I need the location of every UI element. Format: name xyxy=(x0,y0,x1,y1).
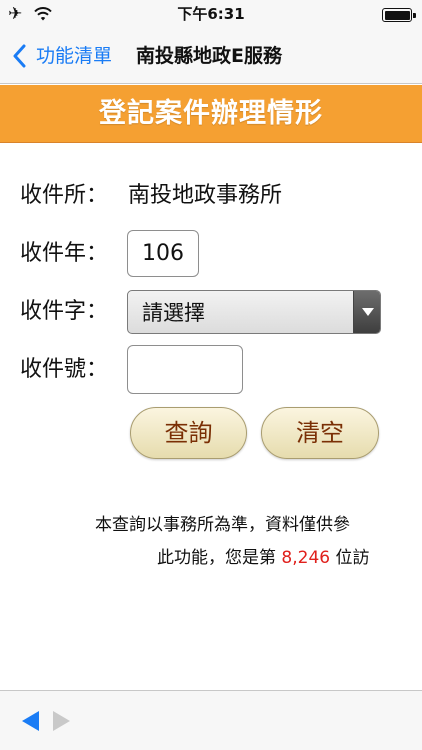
number-input[interactable] xyxy=(127,345,243,394)
visitor-count: 8,246 xyxy=(281,548,331,568)
banner-title: 登記案件辦理情形 xyxy=(99,98,323,129)
word-select[interactable]: 請選擇 xyxy=(127,290,381,334)
page-title: 南投縣地政E服務 xyxy=(136,45,282,67)
navigation-bar: 功能清單 南投縣地政E服務 xyxy=(0,28,422,84)
query-button[interactable]: 查詢 xyxy=(130,407,247,459)
status-bar: ✈ 下午6:31 xyxy=(0,0,422,28)
notice-line-1: 本查詢以事務所為準，資料僅供參 xyxy=(95,515,350,535)
notice-suffix: 位訪 xyxy=(330,548,370,568)
forward-arrow-icon[interactable] xyxy=(53,711,70,731)
number-label: 收件號： xyxy=(20,357,109,382)
back-arrow-icon[interactable] xyxy=(22,711,39,731)
section-banner: 登記案件辦理情形 xyxy=(0,85,422,143)
office-label: 收件所： xyxy=(20,183,109,208)
year-input[interactable]: 106 xyxy=(127,230,199,277)
bottom-toolbar xyxy=(0,690,422,750)
dropdown-arrow-icon[interactable] xyxy=(353,291,380,333)
back-button[interactable]: 功能清單 xyxy=(36,43,112,69)
notice-line-2: 此功能，您是第 8,246 位訪 xyxy=(0,546,422,570)
notice-prefix: 此功能，您是第 xyxy=(157,548,282,568)
office-value: 南投地政事務所 xyxy=(128,183,283,208)
battery-icon xyxy=(382,8,416,22)
year-label: 收件年： xyxy=(20,241,109,266)
clear-button[interactable]: 清空 xyxy=(261,407,379,459)
status-time: 下午6:31 xyxy=(177,5,245,23)
word-select-value: 請選擇 xyxy=(142,301,205,325)
chevron-left-icon[interactable] xyxy=(12,44,26,68)
word-label: 收件字： xyxy=(20,299,109,324)
